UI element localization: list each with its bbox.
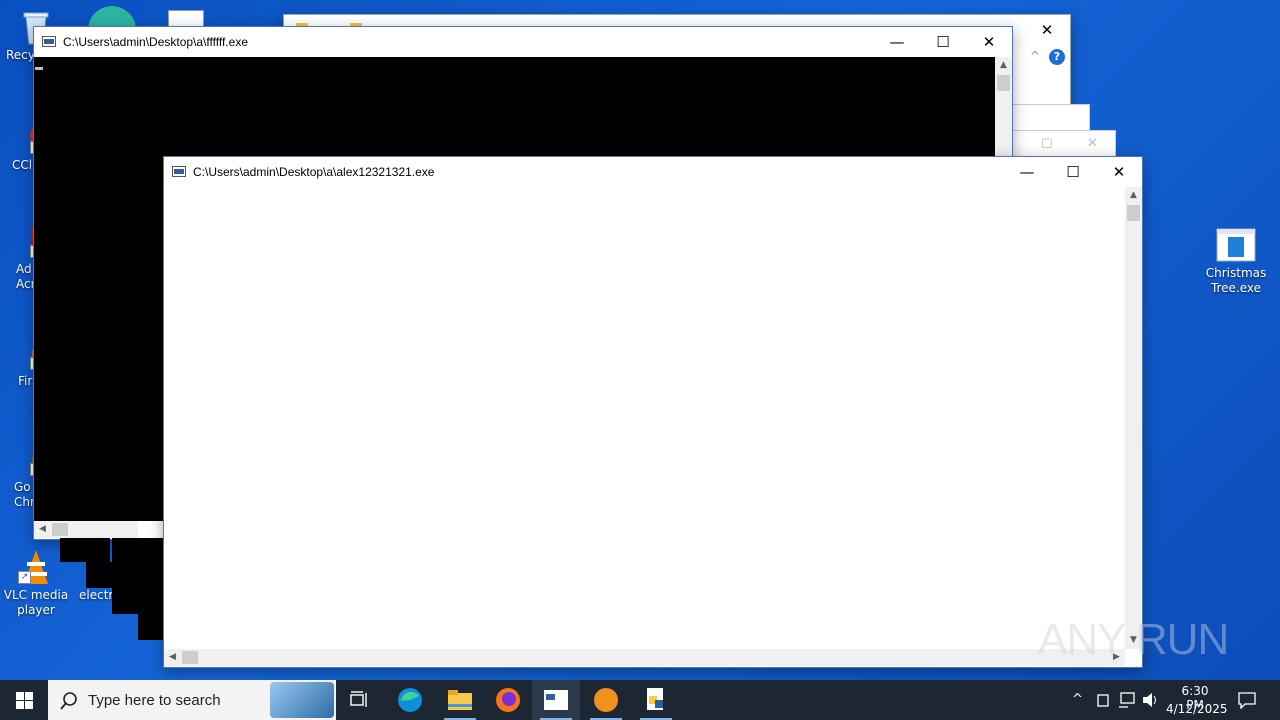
scroll-up-button[interactable]: ▲ bbox=[1125, 187, 1142, 204]
search-box[interactable]: Type here to search bbox=[48, 680, 336, 720]
taskbar-orange-app[interactable] bbox=[582, 680, 630, 720]
vertical-scrollbar[interactable]: ▲ ▼ bbox=[1125, 187, 1142, 649]
shortcut-arrow-icon: ↗ bbox=[18, 571, 31, 584]
firefox-icon bbox=[496, 688, 520, 712]
taskbar-file-explorer[interactable] bbox=[436, 680, 484, 720]
scroll-left-button[interactable]: ◀ bbox=[34, 521, 51, 538]
security-icon[interactable] bbox=[1096, 692, 1110, 708]
taskbar-edge[interactable] bbox=[386, 680, 434, 720]
render-artifact bbox=[138, 538, 164, 640]
edge-icon bbox=[398, 688, 422, 712]
folder-icon bbox=[448, 690, 472, 710]
task-view-icon bbox=[350, 691, 367, 707]
taskbar-firefox[interactable] bbox=[484, 680, 532, 720]
application-window-icon bbox=[1216, 228, 1256, 262]
scroll-thumb[interactable] bbox=[52, 523, 68, 536]
console-output-area[interactable] bbox=[164, 187, 1125, 649]
maximize-icon[interactable]: ☐ bbox=[1041, 137, 1053, 152]
close-button[interactable]: ✕ bbox=[1096, 157, 1142, 187]
close-button[interactable]: ✕ bbox=[1024, 15, 1070, 45]
help-icon[interactable]: ? bbox=[1049, 49, 1065, 65]
minimize-button[interactable]: — bbox=[1004, 157, 1050, 187]
maximize-button[interactable]: ☐ bbox=[920, 27, 966, 57]
console-app-icon bbox=[172, 166, 186, 177]
task-view-button[interactable] bbox=[336, 680, 384, 720]
title-bar[interactable]: C:\Users\admin\Desktop\a\alex12321321.ex… bbox=[164, 157, 1142, 187]
console-window-icon bbox=[544, 690, 568, 710]
python-file-icon bbox=[647, 688, 663, 710]
watermark-text: ANY RUN bbox=[1038, 615, 1229, 664]
title-bar[interactable]: C:\Users\admin\Desktop\a\ffffff.exe — ☐ … bbox=[34, 27, 1012, 57]
search-placeholder: Type here to search bbox=[88, 692, 221, 709]
close-icon[interactable]: ✕ bbox=[1087, 136, 1098, 151]
taskbar-python-app[interactable] bbox=[632, 680, 680, 720]
volume-icon[interactable] bbox=[1142, 692, 1160, 708]
start-button[interactable] bbox=[0, 680, 48, 720]
render-artifact bbox=[86, 562, 112, 588]
clock-date[interactable]: 4/12/2025 bbox=[1166, 702, 1228, 716]
search-highlight-image bbox=[270, 682, 334, 718]
scroll-thumb[interactable] bbox=[997, 75, 1010, 91]
taskbar-console-app[interactable] bbox=[532, 680, 580, 720]
search-icon bbox=[60, 692, 77, 710]
anyrun-watermark: ANY RUN bbox=[1038, 612, 1229, 668]
notification-icon[interactable] bbox=[1238, 691, 1256, 709]
horizontal-scrollbar[interactable]: ◀ bbox=[34, 521, 138, 538]
window-title: C:\Users\admin\Desktop\a\alex12321321.ex… bbox=[193, 165, 435, 179]
maximize-button[interactable]: ☐ bbox=[1050, 157, 1096, 187]
christmas-tree-label-1: Christmas bbox=[1205, 266, 1267, 280]
close-button[interactable]: ✕ bbox=[966, 27, 1012, 57]
show-hidden-icons-button[interactable]: ^ bbox=[1072, 692, 1083, 707]
windows-logo-icon bbox=[15, 691, 33, 709]
taskbar: Type here to search ^ 6:30 PM 4/12/2025 bbox=[0, 680, 1280, 720]
scroll-up-button[interactable]: ▲ bbox=[995, 57, 1012, 74]
text-cursor bbox=[35, 67, 43, 70]
minimize-button[interactable]: — bbox=[874, 27, 920, 57]
render-artifact bbox=[112, 538, 138, 614]
window-title: C:\Users\admin\Desktop\a\ffffff.exe bbox=[63, 35, 248, 49]
scroll-left-button[interactable]: ◀ bbox=[164, 649, 181, 666]
console-app-icon bbox=[42, 36, 56, 47]
vlc-icon: ↗ bbox=[18, 548, 54, 584]
horizontal-scrollbar[interactable]: ◀ ▶ bbox=[164, 649, 1125, 666]
network-icon[interactable] bbox=[1118, 692, 1136, 708]
console-window-alex12321321[interactable]: C:\Users\admin\Desktop\a\alex12321321.ex… bbox=[163, 156, 1143, 668]
scroll-thumb[interactable] bbox=[1127, 205, 1140, 221]
scroll-thumb[interactable] bbox=[182, 651, 198, 664]
orange-circle-icon bbox=[594, 688, 618, 712]
christmas-tree-label-2: Tree.exe bbox=[1210, 281, 1262, 295]
chevron-up-icon[interactable]: ^ bbox=[1030, 49, 1040, 63]
desktop-icon-christmas-tree[interactable]: Christmas Tree.exe bbox=[1200, 228, 1272, 296]
render-artifact bbox=[60, 538, 110, 562]
